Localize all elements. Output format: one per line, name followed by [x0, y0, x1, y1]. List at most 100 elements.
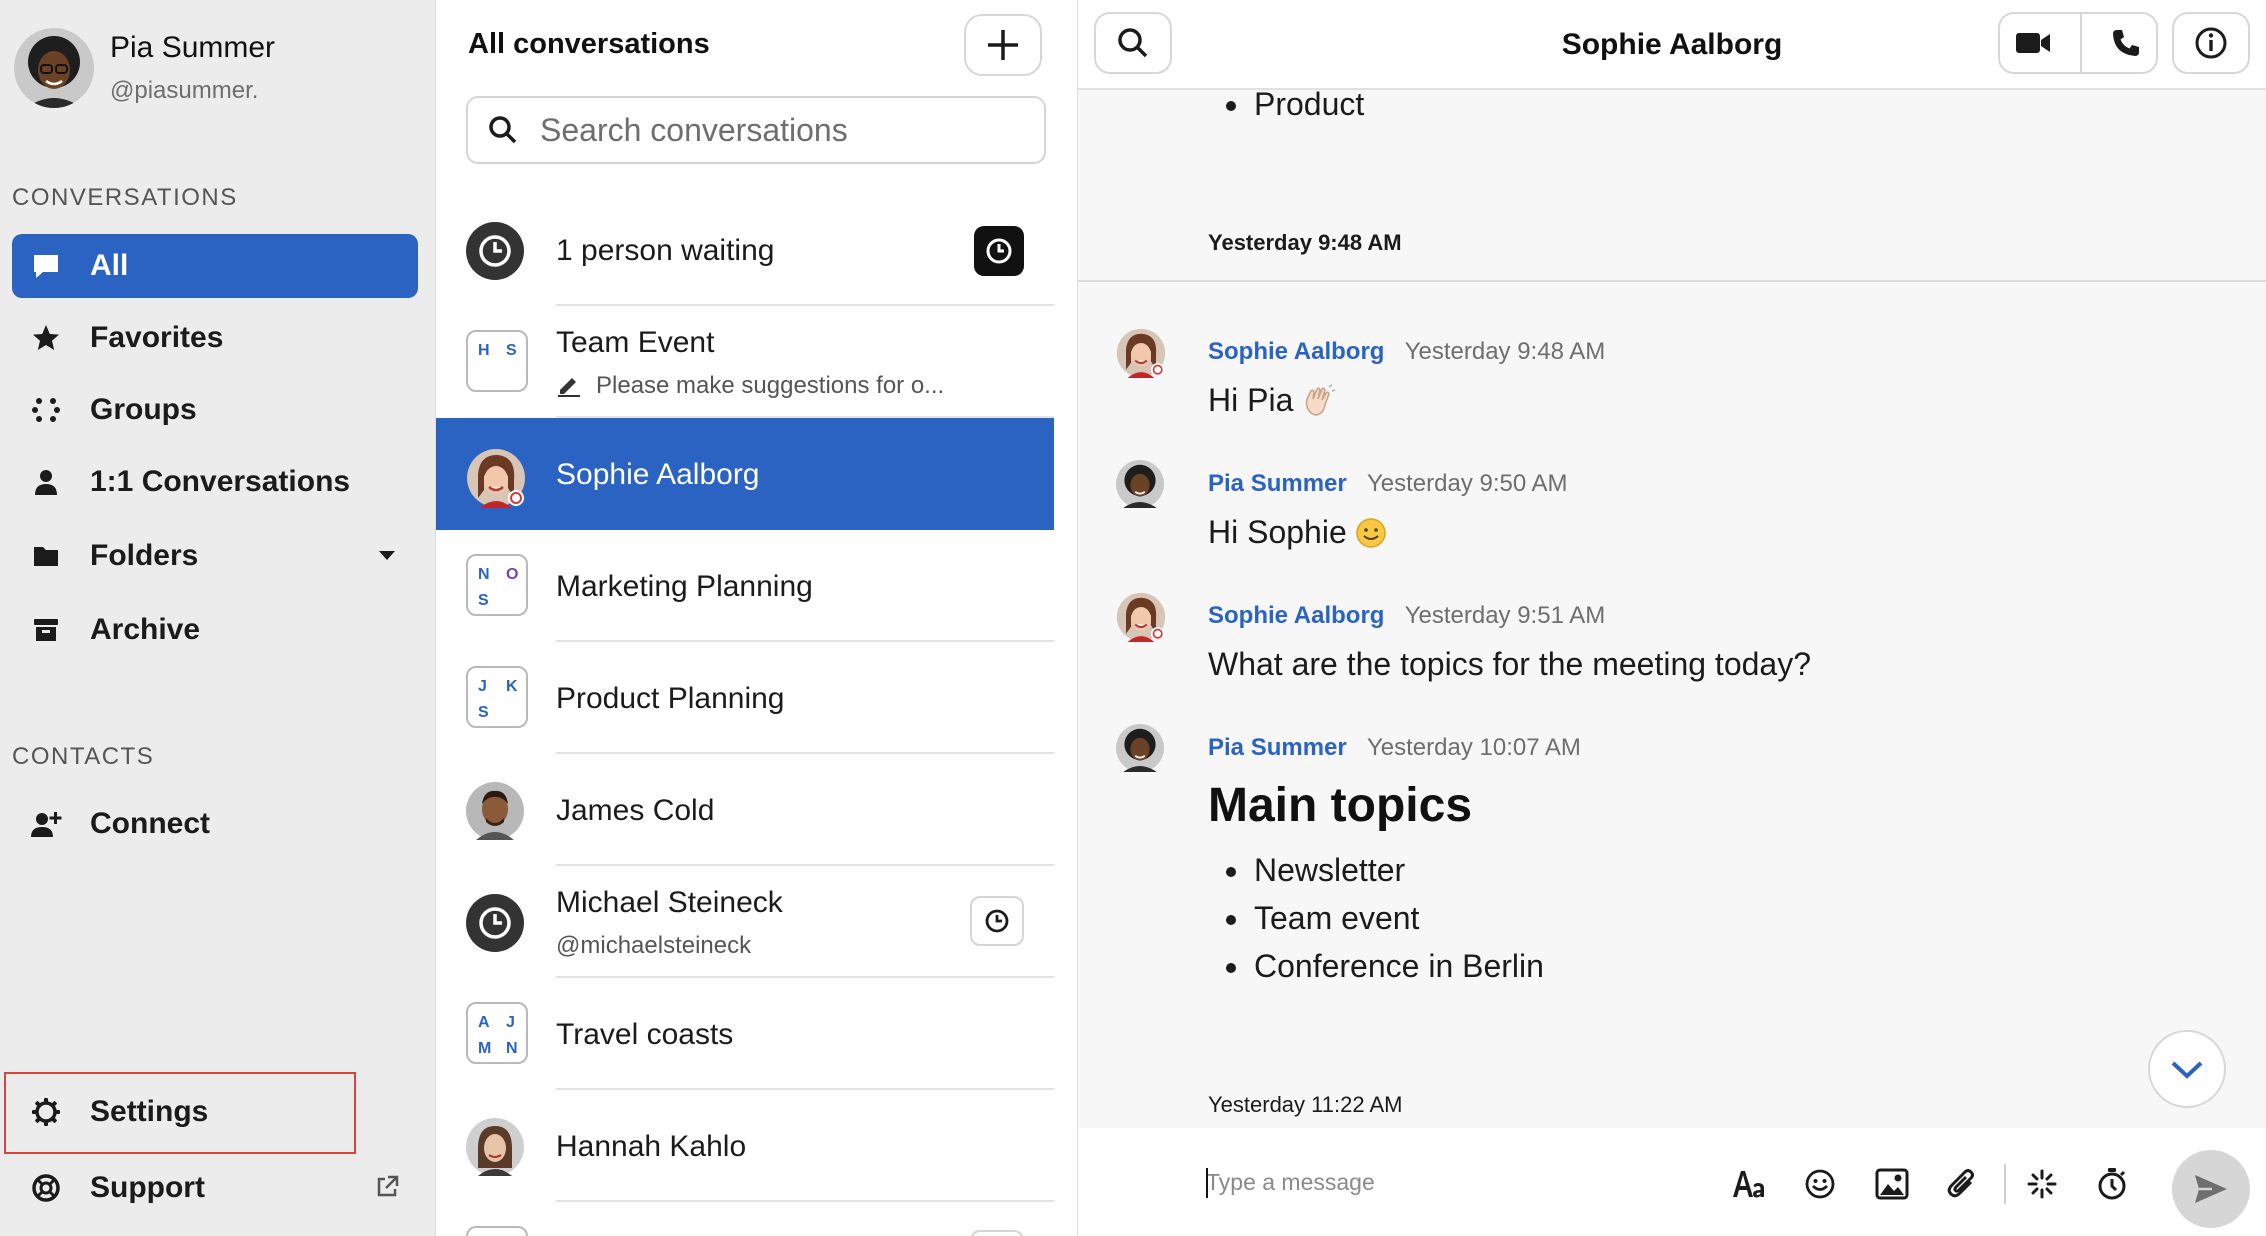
image-upload-icon[interactable]: [1872, 1164, 1912, 1204]
sidebar-item-favorites[interactable]: Favorites: [12, 306, 418, 370]
timer-icon[interactable]: [2092, 1164, 2132, 1204]
conversation-title: Travel coasts: [556, 1018, 734, 1051]
conversation-item-marketing-planning[interactable]: N O S Marketing Planning: [436, 530, 1054, 642]
paperclip-icon[interactable]: [1942, 1164, 1982, 1204]
message-author[interactable]: Pia Summer: [1208, 470, 1347, 497]
video-call-icon[interactable]: [2014, 29, 2052, 57]
message-meta: Sophie Aalborg Yesterday 9:51 AM: [1208, 602, 1605, 630]
sidebar-item-support[interactable]: Support: [12, 1156, 418, 1220]
sidebar-item-label: 1:1 Conversations: [90, 465, 351, 498]
conversation-item-hannah-kahlo[interactable]: Hannah Kahlo: [436, 1090, 1054, 1202]
caret-down-icon[interactable]: [374, 542, 400, 568]
message-meta: Sophie Aalborg Yesterday 9:48 AM: [1208, 338, 1605, 366]
conversation-info-button[interactable]: [2172, 12, 2250, 74]
sidebar: Pia Summer @piasummer. CONVERSATIONS All…: [0, 0, 436, 1236]
avatar: [1116, 460, 1164, 508]
avatar: [466, 782, 524, 840]
chevron-down-icon: [2169, 1057, 2205, 1081]
avatar: [1116, 592, 1166, 642]
message-time: Yesterday 9:50 AM: [1366, 470, 1568, 497]
avatar: [466, 1118, 524, 1176]
message-composer: [1078, 1128, 2266, 1236]
conversation-title: Marketing Planning: [556, 570, 813, 603]
conversation-list-title: All conversations: [468, 28, 710, 60]
initial-letter: O: [506, 566, 519, 583]
add-person-icon: [28, 806, 64, 842]
message-time: Yesterday 10:07 AM: [1366, 734, 1581, 761]
folder-icon: [28, 538, 64, 574]
conversation-item-james-cold[interactable]: James Cold: [436, 754, 1054, 866]
conversation-item-michael-steineck[interactable]: Michael Steineck @michaelsteineck: [436, 866, 1054, 978]
pencil-icon: [556, 372, 582, 398]
initial-letter: S: [506, 342, 517, 359]
new-conversation-button[interactable]: [964, 14, 1042, 76]
sidebar-item-connect[interactable]: Connect: [12, 792, 418, 856]
conversation-title: 1 person waiting: [556, 234, 775, 267]
send-button[interactable]: [2172, 1150, 2250, 1228]
conversation-item-travel-coasts[interactable]: A J M N Travel coasts: [436, 978, 1054, 1090]
sidebar-item-folders[interactable]: Folders: [12, 524, 418, 588]
message-author[interactable]: Sophie Aalborg: [1208, 602, 1384, 629]
conversation-title: Team Event: [556, 326, 715, 359]
search-field[interactable]: [466, 96, 1046, 164]
conversation-item-team-event[interactable]: H S Team Event Please make suggestions f…: [436, 306, 1054, 418]
text-format-icon[interactable]: [1728, 1164, 1768, 1204]
initial-letter: M: [478, 1040, 492, 1057]
conversation-title: Product Planning: [556, 682, 785, 715]
conversations-section-title: CONVERSATIONS: [12, 184, 238, 211]
scroll-to-bottom-button[interactable]: [2148, 1030, 2226, 1108]
sidebar-item-all[interactable]: All: [12, 234, 418, 298]
user-profile[interactable]: Pia Summer @piasummer.: [14, 26, 275, 110]
initial-letter: N: [478, 566, 490, 583]
conversation-item-waiting[interactable]: 1 person waiting: [436, 194, 1054, 306]
text-caret: [1206, 1168, 1208, 1198]
sidebar-item-groups[interactable]: Groups: [12, 378, 418, 442]
message-time: Yesterday 9:48 AM: [1404, 338, 1606, 365]
clock-action-icon[interactable]: [970, 896, 1024, 946]
emoji-picker-icon[interactable]: [1800, 1164, 1840, 1204]
group-initials-avatar: H S: [466, 330, 528, 392]
chat-header: Sophie Aalborg: [1078, 0, 2266, 90]
person-icon: [28, 464, 64, 500]
conversation-item-product-planning[interactable]: J K S Product Planning: [436, 642, 1054, 754]
sidebar-item-label: Groups: [90, 393, 197, 426]
gear-icon: [28, 1094, 64, 1130]
message-meta: Pia Summer Yesterday 10:07 AM: [1208, 734, 1581, 762]
avatar: [14, 28, 94, 108]
search-input[interactable]: [540, 111, 1010, 149]
group-initials-avatar: A J M N: [466, 1002, 528, 1064]
search-icon: [488, 115, 518, 145]
message-author[interactable]: Sophie Aalborg: [1208, 338, 1384, 365]
next-item-partial-avatar: [466, 1226, 528, 1236]
initial-letter: J: [478, 678, 487, 695]
message-author[interactable]: Pia Summer: [1208, 734, 1347, 761]
message-heading: Main topics: [1208, 779, 1473, 832]
groups-dots-icon: [28, 392, 64, 428]
message-text: What are the topics for the meeting toda…: [1208, 646, 1811, 682]
button-divider: [2080, 12, 2082, 74]
conversation-item-sophie-aalborg[interactable]: Sophie Aalborg: [436, 418, 1054, 530]
waiting-clock-badge-icon[interactable]: [974, 226, 1024, 276]
phone-call-icon[interactable]: [2110, 27, 2142, 59]
message-meta: Pia Summer Yesterday 9:50 AM: [1208, 470, 1568, 498]
profile-name: Pia Summer: [110, 31, 276, 64]
message-bullet: Newsletter: [1225, 852, 1406, 888]
sidebar-item-label: Archive: [90, 613, 201, 646]
conversation-title: Sophie Aalborg: [556, 458, 760, 491]
initial-letter: H: [478, 342, 490, 359]
sparkle-integrations-icon[interactable]: [2022, 1164, 2062, 1204]
message-time: Yesterday 9:51 AM: [1404, 602, 1606, 629]
sidebar-item-one-to-one[interactable]: 1:1 Conversations: [12, 450, 418, 514]
chat-bubble-icon: [28, 248, 64, 284]
message-input[interactable]: [1206, 1162, 1686, 1202]
toolbar-divider: [2004, 1164, 2006, 1204]
next-item-partial-action: [970, 1230, 1024, 1236]
conversation-draft-preview: Please make suggestions for o...: [596, 372, 945, 399]
sidebar-item-settings[interactable]: Settings: [12, 1080, 418, 1144]
day-separator: Yesterday 11:22 AM: [1208, 1092, 1403, 1117]
sidebar-item-archive[interactable]: Archive: [12, 598, 418, 662]
avatar: [1116, 724, 1164, 772]
initial-letter: S: [478, 704, 489, 721]
divider: [1078, 280, 2266, 282]
group-initials-avatar: J K S: [466, 666, 528, 728]
